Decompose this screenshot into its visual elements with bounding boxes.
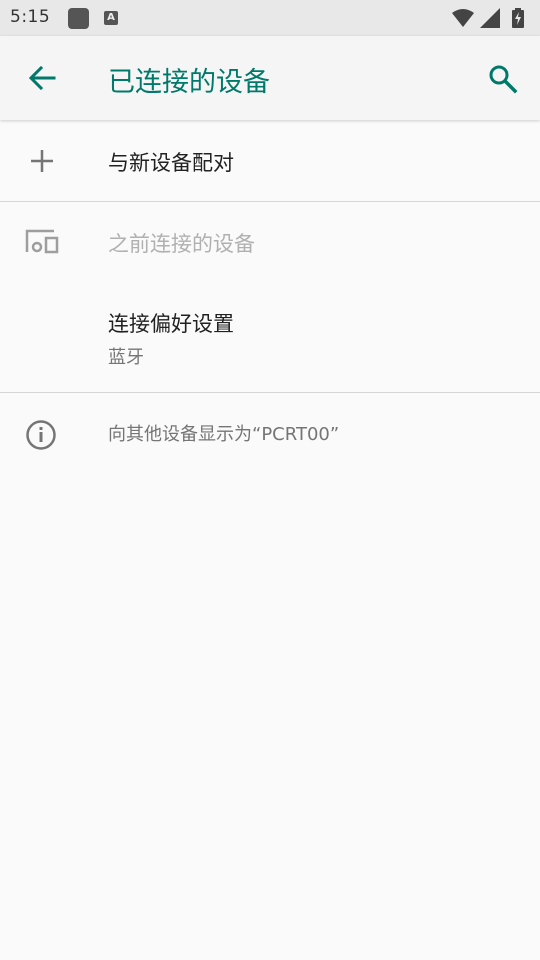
signal-icon xyxy=(480,8,500,32)
pair-new-device-label: 与新设备配对 xyxy=(108,151,234,175)
connection-preferences-item[interactable]: 连接偏好设置 蓝牙 xyxy=(0,282,540,392)
wifi-icon xyxy=(452,8,474,32)
page-title: 已连接的设备 xyxy=(108,67,270,98)
devices-icon xyxy=(24,228,60,258)
connection-preferences-subtitle: 蓝牙 xyxy=(108,347,144,368)
previously-connected-label: 之前连接的设备 xyxy=(108,232,255,256)
search-icon[interactable] xyxy=(488,64,518,94)
plus-icon xyxy=(24,149,60,177)
pair-new-device-item[interactable]: 与新设备配对 xyxy=(0,121,540,202)
back-arrow-icon[interactable] xyxy=(26,62,58,94)
app-toolbar: 已连接的设备 xyxy=(0,36,540,120)
battery-icon xyxy=(512,8,524,32)
status-time: 5:15 xyxy=(10,7,51,27)
visible-as-text: 向其他设备显示为“PCRT00” xyxy=(108,424,340,445)
notification-a-icon: A xyxy=(104,11,118,25)
info-icon xyxy=(24,419,58,455)
visible-as-info: 向其他设备显示为“PCRT00” xyxy=(0,393,540,473)
system-icons xyxy=(452,8,532,28)
status-bar: 5:15 A xyxy=(0,0,540,36)
connection-preferences-title: 连接偏好设置 xyxy=(108,312,234,336)
notification-square-icon xyxy=(68,8,89,29)
previously-connected-item: 之前连接的设备 xyxy=(0,202,540,282)
